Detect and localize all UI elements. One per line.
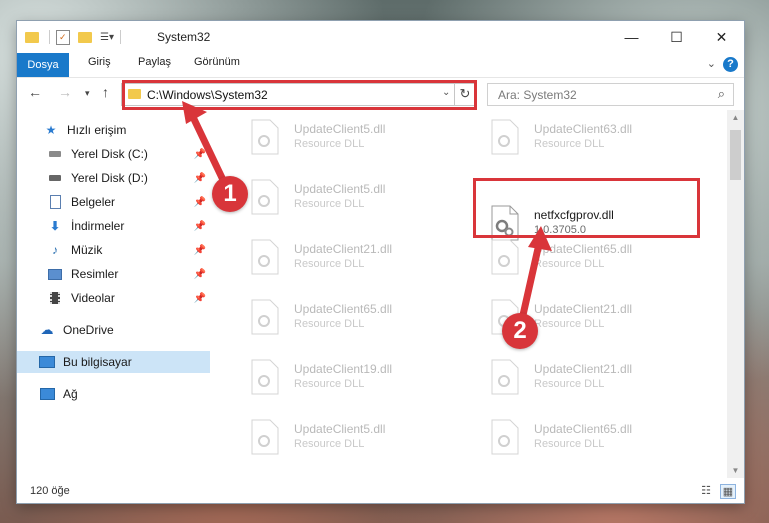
vertical-scrollbar[interactable]: ▲ ▼: [727, 110, 744, 478]
download-icon: ⬇: [49, 219, 61, 233]
separator: [119, 30, 121, 44]
music-icon: ♪: [52, 243, 58, 257]
step-badge-1: 1: [212, 176, 248, 212]
scroll-down-icon[interactable]: ▼: [727, 466, 744, 475]
tab-paylas[interactable]: Paylaş: [138, 56, 171, 68]
help-icon[interactable]: ?: [723, 57, 738, 72]
pin-icon[interactable]: 📌: [194, 173, 206, 184]
scroll-up-icon[interactable]: ▲: [727, 113, 744, 122]
sidebar-item-videos[interactable]: Videolar 📌: [17, 287, 210, 309]
window-title: System32: [157, 30, 211, 44]
dll-file-icon: [251, 179, 279, 215]
quick-access-toolbar: ✓ ☰▾: [25, 29, 121, 45]
drive-icon: [47, 170, 63, 186]
navigation-bar: ← → ▾ ↑ C:\Windows\System32 ⌄ ↻ Ara: Sys…: [17, 78, 744, 110]
file-explorer-window: ✓ ☰▾ System32 — ☐ ✕ Dosya Giriş Paylaş G…: [17, 21, 744, 503]
tab-giris[interactable]: Giriş: [88, 56, 111, 68]
sidebar-item-music[interactable]: ♪ Müzik 📌: [17, 239, 210, 261]
sidebar-item-quick-access[interactable]: ★ Hızlı erişim: [17, 119, 210, 141]
pictures-icon: [47, 266, 63, 282]
search-placeholder: Ara: System32: [498, 88, 577, 102]
sidebar-item-downloads[interactable]: ⬇ İndirmeler 📌: [17, 215, 210, 237]
folder-icon[interactable]: [25, 31, 39, 43]
pin-icon[interactable]: 📌: [194, 149, 206, 160]
computer-icon: [39, 354, 55, 370]
file-list-pane: UpdateClient5.dll Resource DLL UpdateCli…: [211, 110, 727, 478]
file-item[interactable]: UpdateClient65.dll Resource DLL: [478, 416, 708, 458]
tab-gorunum[interactable]: Görünüm: [194, 56, 240, 68]
large-icons-view-icon[interactable]: ▦: [720, 484, 736, 499]
sidebar-item-local-disk-c[interactable]: Yerel Disk (C:) 📌: [17, 143, 210, 165]
minimize-button[interactable]: —: [609, 21, 654, 53]
up-arrow-icon[interactable]: ↑: [102, 84, 109, 100]
pin-icon[interactable]: 📌: [194, 245, 206, 256]
documents-icon: [47, 194, 63, 210]
close-button[interactable]: ✕: [699, 21, 744, 53]
step-badge-2: 2: [502, 313, 538, 349]
file-item[interactable]: UpdateClient5.dll Resource DLL: [238, 416, 468, 458]
customize-toolbar-icon[interactable]: ☰▾: [100, 32, 114, 43]
search-input[interactable]: Ara: System32 ⌕: [487, 83, 734, 106]
highlighted-file-name: netfxcfgprov.dll: [534, 208, 614, 222]
properties-icon[interactable]: ✓: [56, 29, 70, 45]
expand-ribbon-icon[interactable]: ⌄: [707, 57, 716, 70]
sidebar-item-local-disk-d[interactable]: Yerel Disk (D:) 📌: [17, 167, 210, 189]
highlighted-file-version: 1.0.3705.0: [534, 224, 586, 236]
dll-file-icon: [491, 239, 519, 275]
back-arrow-icon[interactable]: ←: [28, 84, 42, 100]
forward-arrow-icon[interactable]: →: [58, 84, 72, 100]
status-bar: 120 öğe ☷ ▦: [17, 478, 744, 503]
video-icon: [47, 290, 63, 306]
file-item[interactable]: UpdateClient19.dll Resource DLL: [238, 356, 468, 398]
new-folder-icon[interactable]: [78, 31, 92, 43]
dll-file-icon: [491, 419, 519, 455]
dll-file-icon: [251, 359, 279, 395]
dll-file-icon: [251, 119, 279, 155]
file-item[interactable]: UpdateClient63.dll Resource DLL: [478, 116, 708, 158]
file-item[interactable]: UpdateClient5.dll Resource DLL: [238, 116, 468, 158]
star-icon: ★: [45, 123, 57, 137]
title-bar: ✓ ☰▾ System32 — ☐ ✕: [17, 21, 744, 53]
dll-file-icon: [251, 299, 279, 335]
dll-file-icon: [251, 419, 279, 455]
pin-icon[interactable]: 📌: [194, 197, 206, 208]
address-bar[interactable]: C:\Windows\System32 ⌄: [121, 83, 476, 106]
sidebar-item-onedrive[interactable]: ☁ OneDrive: [17, 319, 210, 341]
file-item[interactable]: UpdateClient21.dll Resource DLL: [478, 356, 708, 398]
pin-icon[interactable]: 📌: [194, 293, 206, 304]
dll-file-icon: [491, 359, 519, 395]
sidebar-item-this-pc[interactable]: Bu bilgisayar: [17, 351, 210, 373]
search-icon: ⌕: [717, 86, 725, 101]
file-item[interactable]: UpdateClient65.dll Resource DLL: [478, 236, 708, 278]
address-path: C:\Windows\System32: [147, 88, 268, 102]
pin-icon[interactable]: 📌: [194, 221, 206, 232]
file-item[interactable]: UpdateClient21.dll Resource DLL: [238, 236, 468, 278]
folder-icon: [128, 89, 141, 99]
ribbon-tabs: Dosya Giriş Paylaş Görünüm ⌄ ?: [17, 53, 744, 78]
sidebar-item-pictures[interactable]: Resimler 📌: [17, 263, 210, 285]
sidebar-item-documents[interactable]: Belgeler 📌: [17, 191, 210, 213]
cloud-icon: ☁: [40, 322, 54, 337]
separator: [49, 30, 50, 44]
network-icon: [39, 386, 55, 402]
drive-icon: [47, 146, 63, 162]
file-item[interactable]: UpdateClient5.dll Resource DLL: [238, 176, 468, 218]
chevron-down-icon[interactable]: ⌄: [442, 87, 450, 98]
refresh-button[interactable]: ↻: [454, 83, 476, 106]
maximize-button[interactable]: ☐: [654, 21, 699, 53]
dll-file-icon: [491, 119, 519, 155]
navigation-pane: ★ Hızlı erişim Yerel Disk (C:) 📌 Yerel D…: [17, 110, 210, 478]
details-view-icon[interactable]: ☷: [699, 484, 713, 497]
file-item[interactable]: UpdateClient65.dll Resource DLL: [238, 296, 468, 338]
pin-icon[interactable]: 📌: [194, 269, 206, 280]
tab-dosya[interactable]: Dosya: [17, 53, 69, 77]
sidebar-item-network[interactable]: Ağ: [17, 383, 210, 405]
dll-file-icon: [251, 239, 279, 275]
scrollbar-thumb[interactable]: [730, 130, 741, 180]
recent-locations-icon[interactable]: ▾: [85, 88, 90, 99]
item-count: 120 öğe: [30, 485, 70, 497]
